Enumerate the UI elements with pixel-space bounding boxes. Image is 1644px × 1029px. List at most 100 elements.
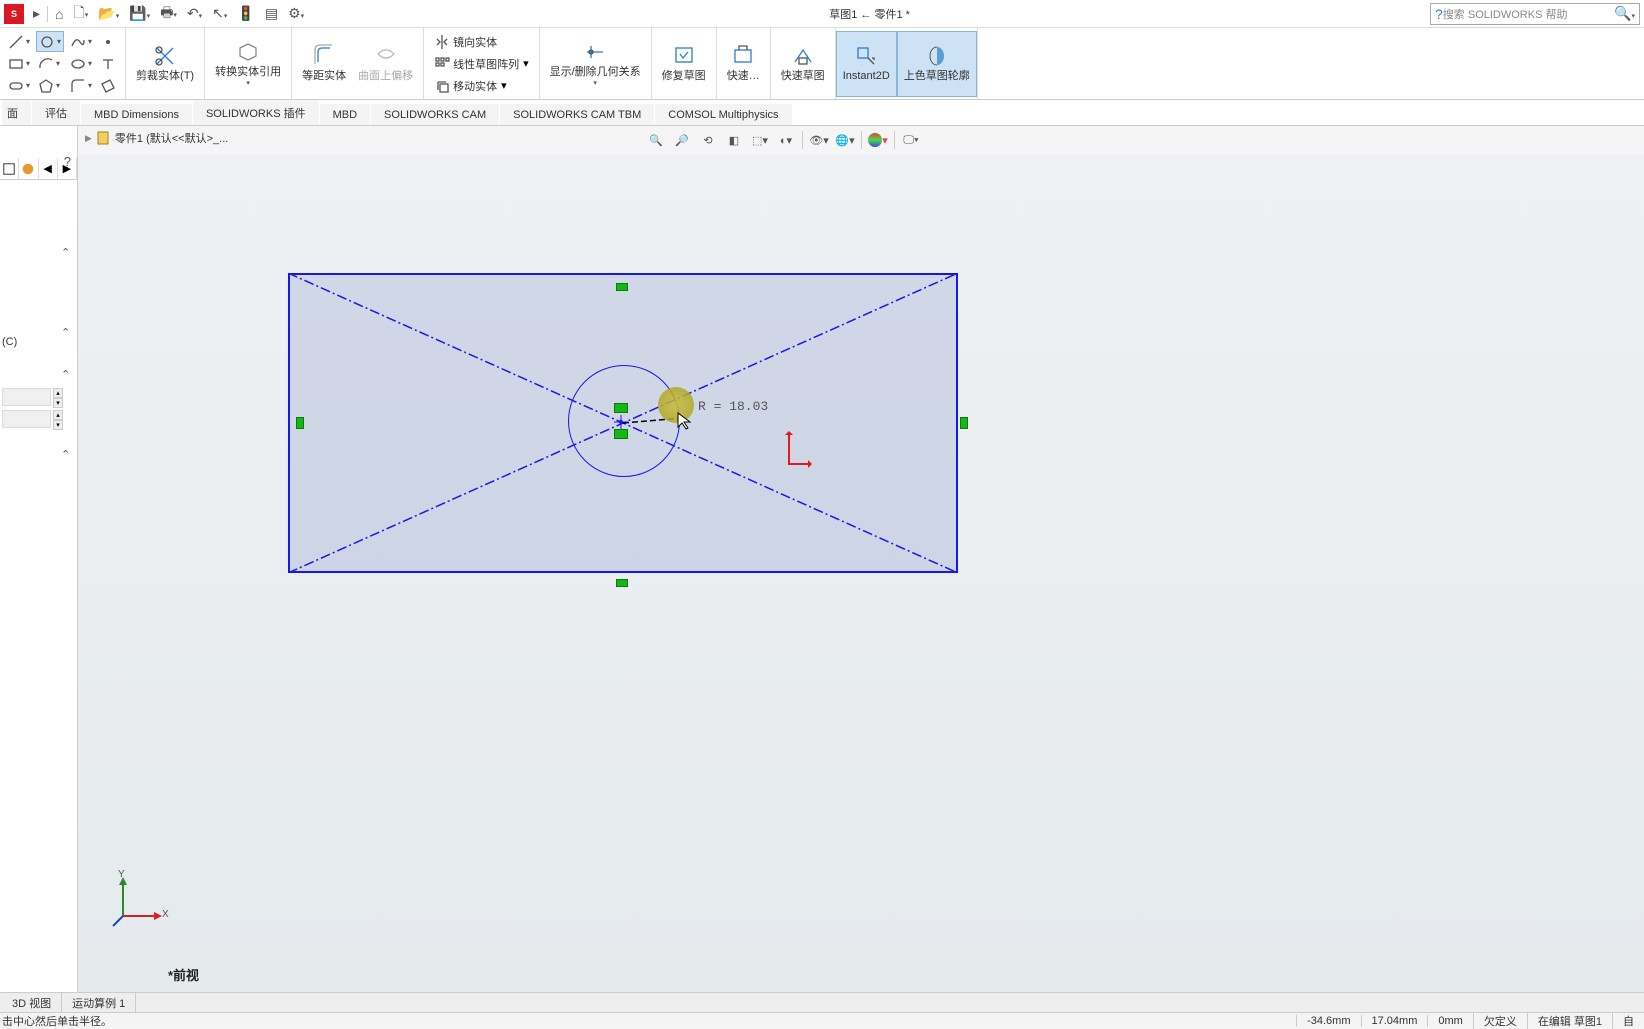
repair-sketch-button[interactable]: 修复草图 [656, 31, 712, 97]
tab-cam-tbm[interactable]: SOLIDWORKS CAM TBM [500, 104, 654, 125]
new-file-icon[interactable]: 🗋▾ [69, 2, 94, 26]
collapse-2-icon[interactable]: ⌃ [61, 326, 73, 338]
print-icon[interactable]: 🖶▾ [155, 2, 182, 26]
section-view-icon[interactable]: ◧ [724, 130, 744, 150]
param-row-2: ▴▾ [2, 410, 63, 428]
trim-entities-button[interactable]: 剪裁实体(T) [130, 31, 200, 97]
fm-tab-back[interactable]: ◀ [39, 158, 58, 179]
expand-icon[interactable]: ▸ [28, 5, 45, 22]
plane-tool[interactable] [98, 75, 119, 96]
tab-addins[interactable]: SOLIDWORKS 插件 [193, 100, 319, 125]
help-icon[interactable]: ? [1435, 6, 1443, 22]
radius-dimension: R = 18.03 [698, 399, 768, 414]
status-defined: 欠定义 [1473, 1013, 1527, 1029]
options-icon[interactable]: ▤ [260, 5, 283, 22]
ellipse-tool[interactable]: ▾ [68, 53, 94, 74]
param-y-input[interactable] [2, 410, 51, 428]
cursor-icon [676, 411, 696, 431]
fm-tab-property[interactable] [19, 158, 38, 179]
rapid-button[interactable]: 快速… [721, 31, 766, 97]
title-bar: S ▸ ⌂ 🗋▾ 📂▾ 💾▾ 🖶▾ ↶▾ ↖▾ 🚦 ▤ ⚙▾ 草图1 ← 零件1… [0, 0, 1644, 28]
tab-motion-study[interactable]: 运动算例 1 [62, 993, 136, 1013]
search-icon[interactable]: 🔍▾ [1608, 5, 1635, 22]
collapse-1-icon[interactable]: ⌃ [61, 246, 73, 258]
coincident-relation-2[interactable] [614, 429, 628, 439]
param-x-input[interactable] [2, 388, 51, 406]
fillet-tool[interactable]: ▾ [68, 75, 94, 96]
linear-pattern[interactable]: 线性草图阵列▾ [432, 53, 531, 74]
display-relations-button[interactable]: 显示/删除几何关系 ▾ [544, 31, 647, 97]
move-entities[interactable]: 移动实体▾ [432, 75, 531, 96]
status-prompt: 击中心然后单击半径。 [0, 1013, 1296, 1029]
settings-icon[interactable]: ⚙▾ [283, 5, 309, 22]
tab-3d-view[interactable]: 3D 视图 [2, 993, 62, 1013]
offset-on-surface-button: 曲面上偏移 [352, 31, 419, 97]
part-icon [96, 130, 112, 146]
zoom-fit-icon[interactable]: 🔍 [646, 130, 666, 150]
instant2d-button[interactable]: Instant2D [836, 31, 897, 97]
fm-tab-feature[interactable] [0, 158, 19, 179]
point-tool[interactable] [98, 31, 119, 52]
slot-tool[interactable]: ▾ [6, 75, 32, 96]
tab-mbd[interactable]: MBD [320, 104, 370, 125]
rebuild-icon[interactable]: 🚦 [232, 5, 259, 22]
home-icon[interactable]: ⌂ [50, 6, 68, 22]
app-logo: S [4, 4, 24, 24]
tab-evaluate[interactable]: 评估 [32, 100, 80, 125]
text-tool[interactable] [98, 53, 119, 74]
rapid-sketch-button[interactable]: 快速草图 [775, 31, 831, 97]
collapse-4-icon[interactable]: ⌃ [61, 448, 73, 460]
polygon-tool[interactable]: ▾ [36, 75, 64, 96]
search-placeholder: 搜索 SOLIDWORKS 帮助 [1443, 6, 1608, 22]
save-icon[interactable]: 💾▾ [124, 5, 155, 22]
horizontal-relation-top[interactable] [616, 283, 628, 291]
line-tool[interactable]: ▾ [6, 31, 32, 52]
appearance-icon[interactable]: ▾ [868, 130, 888, 150]
collapse-3-icon[interactable]: ⌃ [61, 368, 73, 380]
tab-surface[interactable]: 面 [2, 100, 31, 125]
tab-comsol[interactable]: COMSOL Multiphysics [655, 104, 791, 125]
view-name-label: *前视 [168, 965, 199, 984]
heads-up-toolbar: 🔍 🔎 ⟲ ◧ ⬚▾ ◐▾ 👁▾ 🌐▾ ▾ 🖵▾ [644, 128, 923, 152]
param-x-spinner[interactable]: ▴▾ [53, 388, 63, 406]
pm-help-icon[interactable]: ? [64, 154, 71, 169]
spline-tool[interactable]: ▾ [68, 31, 94, 52]
undo-icon[interactable]: ↶▾ [182, 5, 207, 22]
coincident-relation-1[interactable] [614, 403, 628, 413]
prev-view-icon[interactable]: ⟲ [698, 130, 718, 150]
select-icon[interactable]: ↖▾ [207, 5, 232, 22]
offset-entities-button[interactable]: 等距实体 [296, 31, 352, 97]
tab-mbd-dim[interactable]: MBD Dimensions [81, 104, 192, 125]
document-title: 草图1 ← 零件1 * [309, 6, 1430, 22]
zoom-area-icon[interactable]: 🔎 [672, 130, 692, 150]
shaded-sketch-button[interactable]: 上色草图轮廓 [897, 31, 977, 97]
tab-cam[interactable]: SOLIDWORKS CAM [371, 104, 499, 125]
view-settings-icon[interactable]: 🖵▾ [901, 130, 921, 150]
view-orient-icon[interactable]: ⬚▾ [750, 130, 770, 150]
sketch-origin [788, 433, 790, 465]
hide-show-icon[interactable]: 👁▾ [809, 130, 829, 150]
feature-manager-panel: ◀ ▶ ? ⌃ (C) ⌃ ⌃ ▴▾ ▴▾ ⌃ [0, 126, 78, 994]
breadcrumb[interactable]: ▶ 零件1 (默认<<默认>_... [85, 130, 228, 146]
rect-tool[interactable]: ▾ [6, 53, 32, 74]
param-y-spinner[interactable]: ▴▾ [53, 410, 63, 428]
arc-tool[interactable]: ▾ [36, 53, 64, 74]
status-y: 17.04mm [1361, 1015, 1428, 1027]
horizontal-relation-bottom[interactable] [616, 579, 628, 587]
status-z: 0mm [1427, 1015, 1472, 1027]
view-triad[interactable]: Y X [108, 871, 168, 934]
graphics-area[interactable]: R = 18.03 Y X *前视 [78, 155, 1644, 994]
bottom-tabs: 3D 视图 运动算例 1 [0, 992, 1644, 1012]
vertical-relation-right[interactable] [960, 417, 968, 429]
display-style-icon[interactable]: ◐▾ [776, 130, 796, 150]
scene-icon[interactable]: 🌐▾ [835, 130, 855, 150]
ribbon-toolbar: ▾ ▾ ▾ ▾ ▾ ▾ ▾ ▾ ▾ 剪裁实体(T) 转换实体引用 ▾ [0, 28, 1644, 100]
open-icon[interactable]: 📂▾ [93, 5, 124, 22]
convert-entities-button[interactable]: 转换实体引用 ▾ [209, 31, 287, 97]
vertical-relation-left[interactable] [296, 417, 304, 429]
section-c-label: (C) [2, 336, 17, 348]
mirror-entities[interactable]: 镜向实体 [432, 31, 531, 52]
command-tabs: 面 评估 MBD Dimensions SOLIDWORKS 插件 MBD SO… [0, 100, 1644, 126]
search-box[interactable]: ? 搜索 SOLIDWORKS 帮助 🔍▾ [1430, 3, 1640, 25]
circle-tool[interactable]: ▾ [36, 31, 64, 52]
